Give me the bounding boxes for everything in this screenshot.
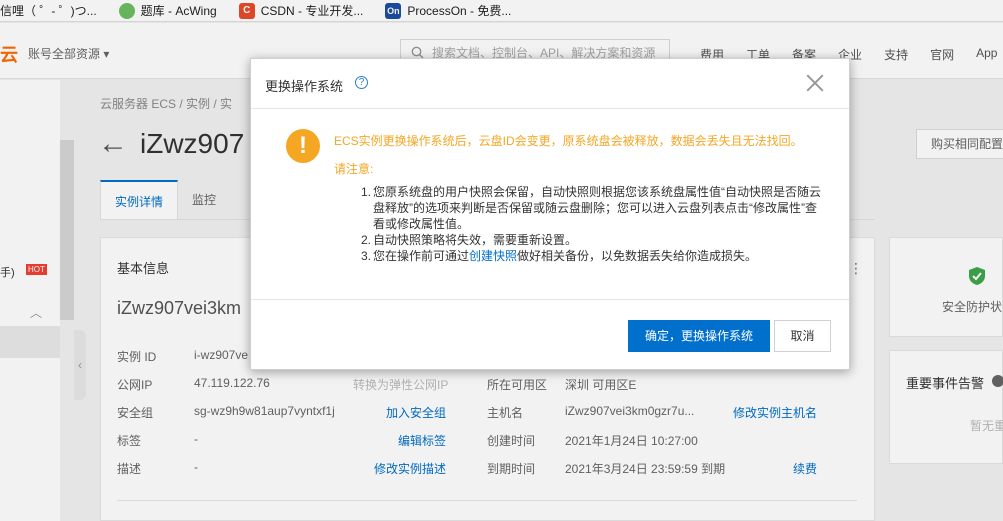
dialog-footer-divider xyxy=(251,299,849,300)
note-label: 请注意: xyxy=(334,162,374,176)
note-text: 自动快照策略将失效，需要重新设置。 xyxy=(373,233,578,247)
cancel-button[interactable]: 取消 xyxy=(774,320,831,352)
note-number: 1. xyxy=(361,185,372,199)
create-snapshot-link[interactable]: 创建快照 xyxy=(469,249,517,263)
note-text-post: 做好相关备份，以免数据丢失给你造成损失。 xyxy=(517,249,758,263)
warning-message: ECS实例更换操作系统后，云盘ID会变更，原系统盘会被释放，数据会丢失且无法找回… xyxy=(334,134,803,148)
notes-list: 1. 您原系统盘的用户快照会保留，自动快照则根据您该系统盘属性值“自动快照是否随… xyxy=(361,184,823,264)
confirm-change-os-button[interactable]: 确定，更换操作系统 xyxy=(628,320,770,352)
warning-icon: ! xyxy=(286,129,320,163)
change-os-dialog: 更换操作系统 ? ! ECS实例更换操作系统后，云盘ID会变更，原系统盘会被释放… xyxy=(250,58,850,370)
note-number: 3. xyxy=(361,249,372,263)
note-text: 您原系统盘的用户快照会保留，自动快照则根据您该系统盘属性值“自动快照是否随云盘释… xyxy=(373,185,821,231)
list-item: 3. 您在操作前可通过创建快照做好相关备份，以免数据丢失给你造成损失。 xyxy=(361,248,823,264)
note-text-pre: 您在操作前可通过 xyxy=(373,249,470,263)
question-icon[interactable]: ? xyxy=(355,76,368,89)
close-icon[interactable] xyxy=(805,73,825,93)
list-item: 2. 自动快照策略将失效，需要重新设置。 xyxy=(361,232,823,248)
note-number: 2. xyxy=(361,233,372,247)
note-text: 您在操作前可通过创建快照做好相关备份，以免数据丢失给你造成损失。 xyxy=(373,248,823,264)
list-item: 1. 您原系统盘的用户快照会保留，自动快照则根据您该系统盘属性值“自动快照是否随… xyxy=(361,184,823,232)
dialog-header: 更换操作系统 ? xyxy=(251,59,849,109)
dialog-title: 更换操作系统 xyxy=(265,79,344,94)
